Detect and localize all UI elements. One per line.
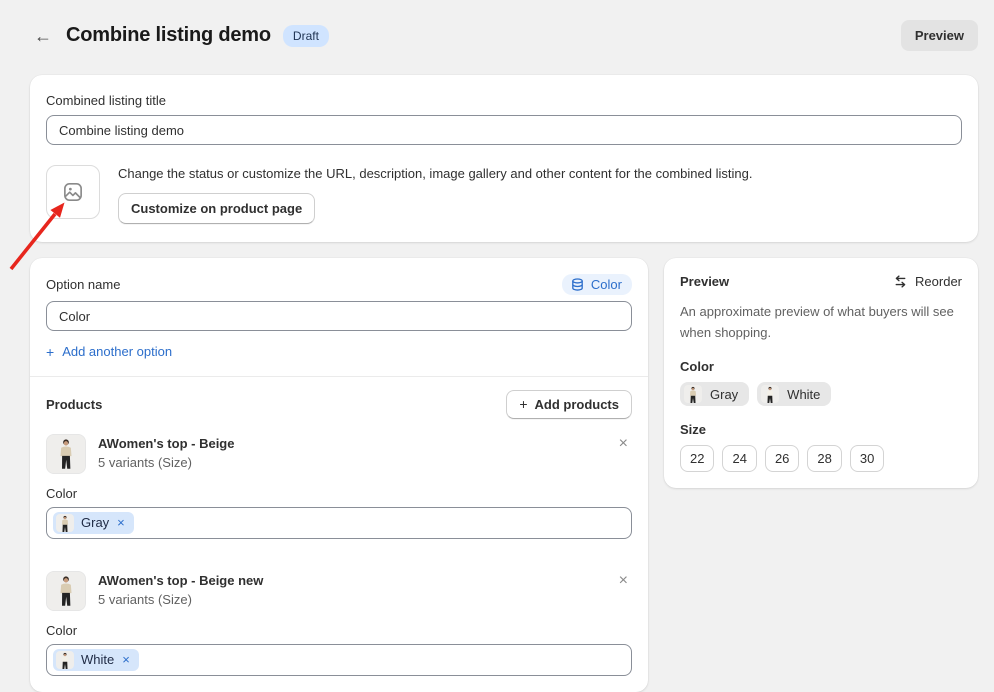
- product-option-label: Color: [46, 486, 632, 501]
- product-photo-woman-beige-top: [56, 651, 74, 669]
- preview-description: An approximate preview of what buyers wi…: [680, 301, 962, 343]
- metafield-color-link[interactable]: Color: [562, 274, 632, 295]
- remove-product-button[interactable]: ×: [615, 571, 632, 591]
- color-option-chip: Gray: [680, 382, 749, 406]
- color-option-label: White: [787, 387, 820, 402]
- plus-icon: +: [519, 397, 527, 411]
- preview-button[interactable]: Preview: [901, 20, 978, 51]
- options-card: Option name Color + Add another option P…: [30, 258, 648, 692]
- remove-tag-button[interactable]: ×: [116, 516, 126, 529]
- reorder-button[interactable]: Reorder: [893, 274, 962, 289]
- color-option-chip: White: [757, 382, 831, 406]
- size-option-chip: 24: [722, 445, 756, 472]
- image-icon: [62, 181, 84, 203]
- chip-thumbnail: [56, 651, 74, 669]
- size-option-chip: 22: [680, 445, 714, 472]
- combined-listing-title-label: Combined listing title: [46, 93, 962, 108]
- preview-heading: Preview: [680, 274, 729, 289]
- remove-tag-button[interactable]: ×: [121, 653, 131, 666]
- combined-listing-title-card: Combined listing title Change the status…: [30, 75, 978, 242]
- product-photo-woman-beige-top: [684, 385, 702, 403]
- product-photo-woman-beige-top: [47, 435, 85, 473]
- swap-arrows-icon: [893, 274, 908, 289]
- color-tag-chip: White ×: [53, 649, 139, 671]
- color-tag-input[interactable]: Gray ×: [46, 507, 632, 539]
- close-icon: ×: [619, 572, 628, 589]
- page-title: Combine listing demo: [66, 24, 271, 47]
- product-option-label: Color: [46, 623, 632, 638]
- status-badge: Draft: [283, 25, 329, 47]
- remove-product-button[interactable]: ×: [615, 434, 632, 454]
- chip-thumbnail: [684, 385, 702, 403]
- close-icon: ×: [122, 652, 130, 667]
- back-button[interactable]: ←: [30, 23, 56, 49]
- add-products-button[interactable]: + Add products: [506, 390, 632, 419]
- close-icon: ×: [619, 435, 628, 452]
- chip-thumbnail: [56, 514, 74, 532]
- product-thumbnail: [46, 434, 86, 474]
- tag-label: White: [81, 652, 114, 667]
- color-tag-chip: Gray ×: [53, 512, 134, 534]
- preview-size-heading: Size: [680, 422, 962, 437]
- product-title: AWomen's top - Beige new: [98, 573, 263, 588]
- customize-on-product-page-button[interactable]: Customize on product page: [118, 193, 315, 224]
- add-another-option-link[interactable]: + Add another option: [46, 344, 172, 359]
- preview-color-heading: Color: [680, 359, 962, 374]
- back-icon: ←: [34, 27, 52, 45]
- listing-image-placeholder: [46, 165, 100, 219]
- add-another-option-label: Add another option: [62, 344, 172, 359]
- reorder-label: Reorder: [915, 274, 962, 289]
- metafield-color-label: Color: [591, 277, 622, 292]
- database-icon: [570, 277, 585, 292]
- close-icon: ×: [117, 515, 125, 530]
- products-heading: Products: [46, 397, 102, 412]
- product-photo-woman-beige-top: [47, 572, 85, 610]
- product-title: AWomen's top - Beige: [98, 436, 234, 451]
- option-name-input[interactable]: [46, 301, 632, 331]
- product-row: AWomen's top - Beige new 5 variants (Siz…: [46, 571, 632, 676]
- color-option-label: Gray: [710, 387, 738, 402]
- product-thumbnail: [46, 571, 86, 611]
- main-content: Combined listing title Change the status…: [0, 51, 994, 692]
- size-option-chip: 28: [807, 445, 841, 472]
- size-option-chip: 30: [850, 445, 884, 472]
- product-variants: 5 variants (Size): [98, 592, 263, 607]
- color-tag-input[interactable]: White ×: [46, 644, 632, 676]
- product-row: AWomen's top - Beige 5 variants (Size) ×…: [46, 434, 632, 539]
- section-divider: [30, 376, 648, 377]
- product-variants: 5 variants (Size): [98, 455, 234, 470]
- plus-icon: +: [46, 345, 54, 359]
- option-name-label: Option name: [46, 277, 120, 292]
- preview-card: Preview Reorder An approximate preview o…: [664, 258, 978, 488]
- page-header: ← Combine listing demo Draft Preview: [0, 0, 994, 51]
- tag-label: Gray: [81, 515, 109, 530]
- product-photo-woman-beige-top: [761, 385, 779, 403]
- chip-thumbnail: [761, 385, 779, 403]
- size-option-chip: 26: [765, 445, 799, 472]
- customize-description: Change the status or customize the URL, …: [118, 165, 752, 183]
- add-products-label: Add products: [535, 397, 620, 412]
- product-photo-woman-beige-top: [56, 514, 74, 532]
- combined-listing-title-input[interactable]: [46, 115, 962, 145]
